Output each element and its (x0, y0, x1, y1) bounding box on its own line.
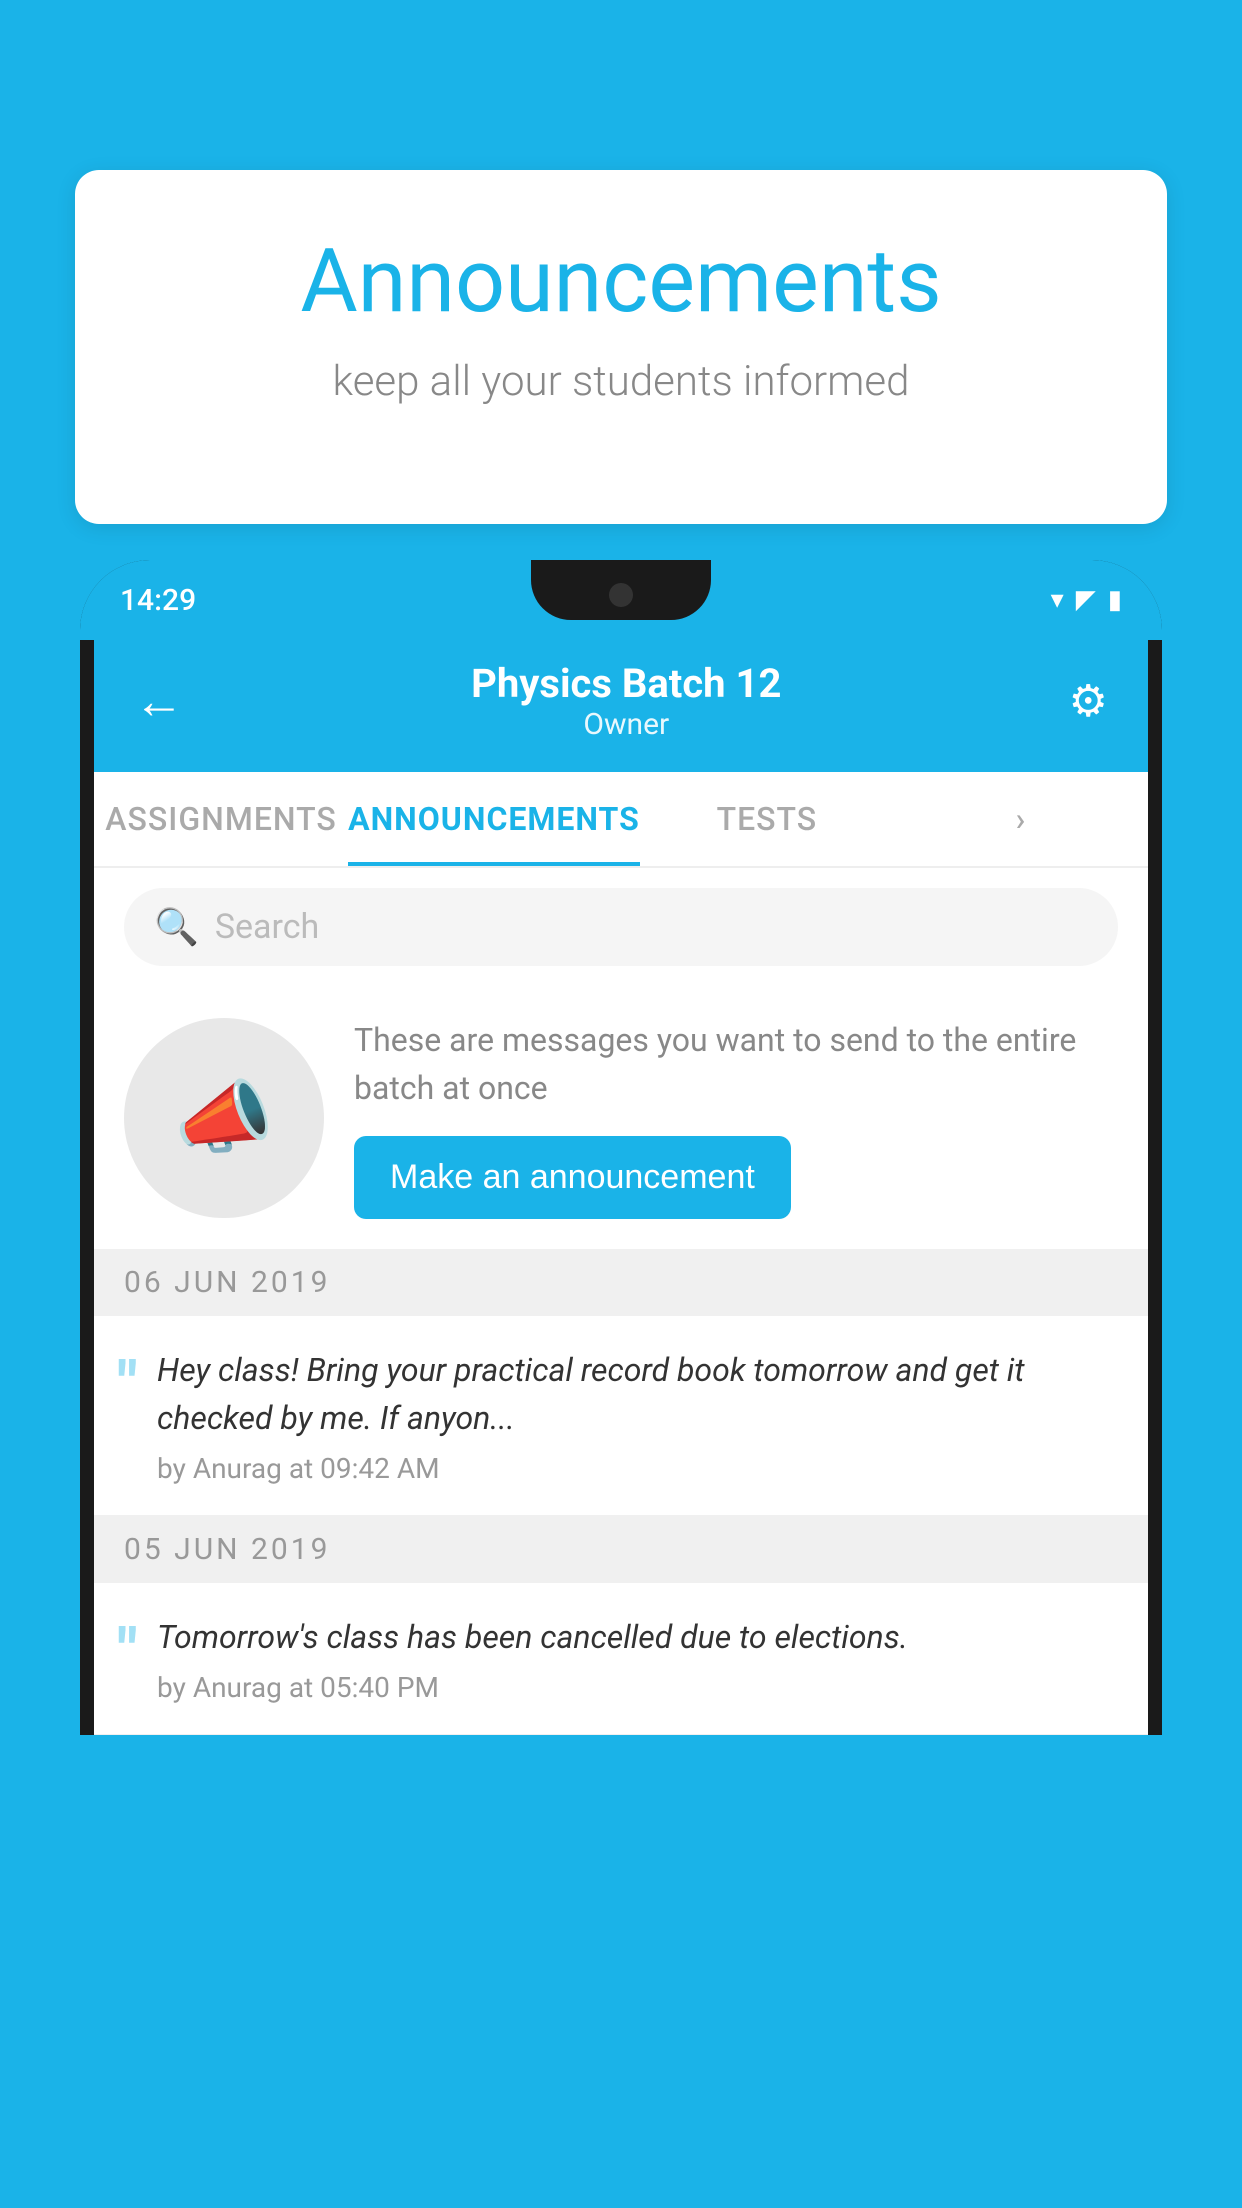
announcement-text-1: Hey class! Bring your practical record b… (157, 1346, 1118, 1442)
app-header: ← Physics Batch 12 Owner ⚙ (94, 640, 1148, 772)
quote-icon-2: " (118, 1621, 137, 1681)
tab-tests[interactable]: TESTS (640, 772, 894, 866)
announcement-item-2[interactable]: " Tomorrow's class has been cancelled du… (94, 1583, 1148, 1735)
camera-dot (609, 583, 633, 607)
speech-bubble-section: Announcements keep all your students inf… (75, 170, 1167, 524)
status-bar: 14:29 ▾ ◤ ▮ (80, 560, 1162, 640)
search-placeholder: Search (215, 907, 319, 947)
phone-shell: 14:29 ▾ ◤ ▮ ← Physics Batch 12 Owner ⚙ (80, 560, 1162, 1735)
battery-icon: ▮ (1108, 585, 1122, 615)
date-separator-1: 06 JUN 2019 (94, 1249, 1148, 1316)
announcement-item-1[interactable]: " Hey class! Bring your practical record… (94, 1316, 1148, 1516)
announcement-prompt: 📣 These are messages you want to send to… (94, 986, 1148, 1249)
tabs-bar: ASSIGNMENTS ANNOUNCEMENTS TESTS › (94, 772, 1148, 868)
date-separator-2: 05 JUN 2019 (94, 1516, 1148, 1583)
phone-screen: ← Physics Batch 12 Owner ⚙ ASSIGNMENTS A… (94, 640, 1148, 1735)
announcement-content-1: Hey class! Bring your practical record b… (157, 1346, 1118, 1485)
make-announcement-button[interactable]: Make an announcement (354, 1136, 791, 1219)
megaphone-icon: 📣 (174, 1071, 274, 1165)
tab-announcements[interactable]: ANNOUNCEMENTS (348, 772, 640, 866)
back-button[interactable]: ← (134, 672, 184, 731)
wifi-icon: ▾ (1051, 585, 1064, 615)
settings-icon[interactable]: ⚙ (1069, 675, 1108, 727)
search-bar[interactable]: 🔍 Search (124, 888, 1118, 966)
announcement-text-2: Tomorrow's class has been cancelled due … (157, 1613, 1118, 1661)
header-title: Physics Batch 12 (471, 660, 781, 707)
status-time: 14:29 (120, 583, 196, 618)
announcement-content-2: Tomorrow's class has been cancelled due … (157, 1613, 1118, 1704)
header-title-section: Physics Batch 12 Owner (471, 660, 781, 742)
phone-mockup: 14:29 ▾ ◤ ▮ ← Physics Batch 12 Owner ⚙ (80, 560, 1162, 2208)
bubble-title: Announcements (155, 230, 1087, 333)
announcement-meta-1: by Anurag at 09:42 AM (157, 1452, 1118, 1485)
phone-notch (531, 560, 711, 620)
speech-bubble-card: Announcements keep all your students inf… (75, 170, 1167, 524)
quote-icon-1: " (118, 1354, 137, 1414)
announcement-meta-2: by Anurag at 05:40 PM (157, 1671, 1118, 1704)
tab-assignments[interactable]: ASSIGNMENTS (94, 772, 348, 866)
announcement-icon-circle: 📣 (124, 1018, 324, 1218)
bubble-subtitle: keep all your students informed (155, 357, 1087, 406)
announcement-right: These are messages you want to send to t… (354, 1016, 1118, 1219)
tab-more[interactable]: › (894, 772, 1148, 866)
search-icon: 🔍 (154, 906, 199, 948)
status-icons: ▾ ◤ ▮ (1051, 585, 1122, 615)
header-subtitle: Owner (471, 707, 781, 742)
signal-icon: ◤ (1076, 585, 1096, 615)
announcement-description: These are messages you want to send to t… (354, 1016, 1118, 1112)
